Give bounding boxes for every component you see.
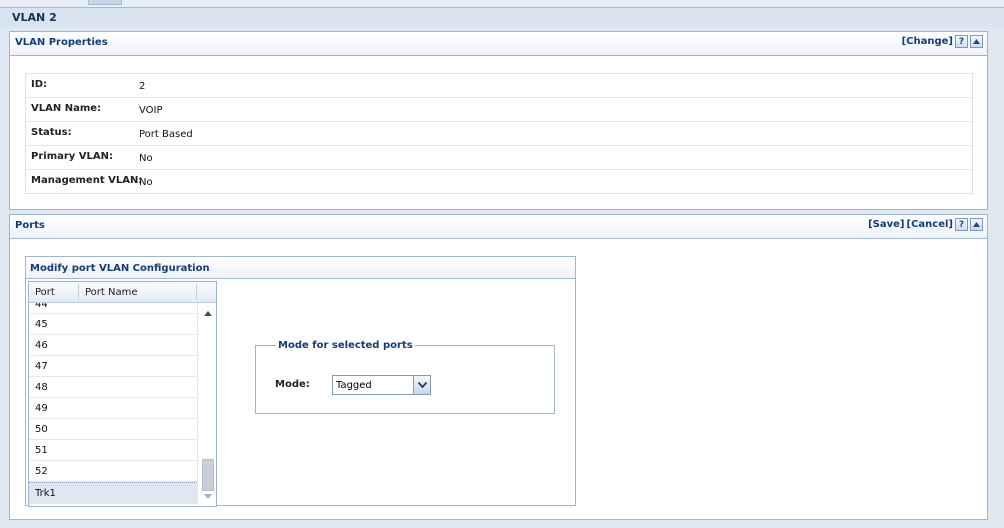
port-cell: 52 bbox=[35, 466, 48, 477]
mode-legend: Mode for selected ports bbox=[278, 340, 413, 351]
table-row[interactable]: 46 bbox=[29, 335, 197, 356]
vlan-properties-table: ID: 2 VLAN Name: VOIP Status: Port Based… bbox=[25, 73, 973, 194]
port-cell: 48 bbox=[35, 382, 48, 393]
scroll-up-arrow-icon[interactable] bbox=[204, 311, 212, 316]
table-row[interactable]: 45 bbox=[29, 314, 197, 335]
property-row-status: Status: Port Based bbox=[26, 122, 972, 146]
property-row-vlan-name: VLAN Name: VOIP bbox=[26, 98, 972, 122]
port-column-header[interactable]: Port bbox=[35, 287, 55, 298]
port-cell: 45 bbox=[35, 319, 48, 330]
save-link[interactable]: [Save] bbox=[868, 219, 904, 230]
port-name-column-header[interactable]: Port Name bbox=[85, 287, 138, 298]
help-icon[interactable]: ? bbox=[955, 218, 968, 231]
property-row-primary-vlan: Primary VLAN: No bbox=[26, 146, 972, 170]
property-value: 2 bbox=[139, 81, 146, 92]
port-grid-body: 44 45 46 47 48 49 50 51 52 Trk1 bbox=[29, 303, 197, 506]
vlan-title: VLAN 2 bbox=[12, 11, 57, 24]
property-label: Primary VLAN: bbox=[31, 151, 114, 162]
column-separator bbox=[78, 284, 79, 300]
port-cell: 44 bbox=[35, 303, 48, 310]
port-grid-scrollbar[interactable] bbox=[197, 303, 216, 506]
mode-label: Mode: bbox=[275, 379, 310, 390]
modify-port-vlan-title: Modify port VLAN Configuration bbox=[30, 263, 210, 274]
ports-actions: [Save] [Cancel] ? bbox=[868, 218, 983, 231]
port-cell: Trk1 bbox=[35, 488, 56, 499]
column-separator bbox=[196, 284, 197, 300]
port-grid-header: Port Port Name bbox=[29, 282, 216, 303]
property-row-management-vlan: Management VLAN: No bbox=[26, 170, 972, 193]
port-cell: 47 bbox=[35, 361, 48, 372]
port-cell: 51 bbox=[35, 445, 48, 456]
mode-select[interactable]: Tagged bbox=[332, 375, 431, 395]
collapse-up-icon[interactable] bbox=[970, 35, 983, 48]
collapse-up-icon[interactable] bbox=[970, 218, 983, 231]
property-label: VLAN Name: bbox=[31, 103, 102, 114]
property-value: No bbox=[139, 153, 153, 164]
property-label: ID: bbox=[31, 79, 48, 90]
port-cell: 46 bbox=[35, 340, 48, 351]
ports-title: Ports bbox=[15, 220, 45, 231]
property-value: No bbox=[139, 177, 153, 188]
property-value: VOIP bbox=[139, 105, 163, 116]
port-cell: 49 bbox=[35, 403, 48, 414]
modify-port-vlan-header: Modify port VLAN Configuration bbox=[26, 257, 575, 279]
table-row[interactable]: 50 bbox=[29, 419, 197, 440]
table-row[interactable]: 49 bbox=[29, 398, 197, 419]
scroll-down-arrow-icon[interactable] bbox=[204, 494, 212, 499]
property-row-id: ID: 2 bbox=[26, 74, 972, 98]
ports-panel-header: Ports [Save] [Cancel] ? bbox=[10, 215, 987, 239]
top-tab[interactable] bbox=[88, 0, 122, 5]
help-icon[interactable]: ? bbox=[955, 35, 968, 48]
bottom-bar bbox=[0, 520, 1004, 528]
vlan-properties-title: VLAN Properties bbox=[15, 37, 108, 48]
table-row[interactable]: 52 bbox=[29, 461, 197, 482]
table-row[interactable]: 48 bbox=[29, 377, 197, 398]
chevron-down-icon[interactable] bbox=[413, 376, 430, 394]
port-cell: 50 bbox=[35, 424, 48, 435]
port-grid: Port Port Name 44 45 46 47 48 49 50 51 5… bbox=[28, 281, 217, 507]
modify-port-vlan-panel: Modify port VLAN Configuration Port Port… bbox=[25, 256, 576, 507]
table-row[interactable]: 47 bbox=[29, 356, 197, 377]
ports-panel: Ports [Save] [Cancel] ? Modify port VLAN… bbox=[9, 214, 988, 520]
cancel-link[interactable]: [Cancel] bbox=[907, 219, 953, 230]
vlan-properties-actions: [Change] ? bbox=[902, 35, 983, 48]
property-label: Management VLAN: bbox=[31, 175, 143, 186]
scrollbar-thumb[interactable] bbox=[202, 459, 214, 491]
top-strip bbox=[0, 0, 1004, 8]
table-row[interactable]: 51 bbox=[29, 440, 197, 461]
property-value: Port Based bbox=[139, 129, 193, 140]
vlan-properties-header: VLAN Properties [Change] ? bbox=[10, 32, 987, 56]
vlan-properties-panel: VLAN Properties [Change] ? ID: 2 VLAN Na… bbox=[9, 31, 988, 210]
table-row-selected[interactable]: Trk1 bbox=[29, 482, 197, 504]
mode-fieldset: Mode for selected ports Mode: Tagged bbox=[255, 340, 555, 414]
table-row[interactable]: 44 bbox=[29, 303, 197, 314]
change-link[interactable]: [Change] bbox=[902, 36, 953, 47]
property-label: Status: bbox=[31, 127, 72, 138]
vlan-header-bar: VLAN 2 bbox=[0, 8, 1004, 27]
mode-select-value: Tagged bbox=[336, 380, 372, 391]
